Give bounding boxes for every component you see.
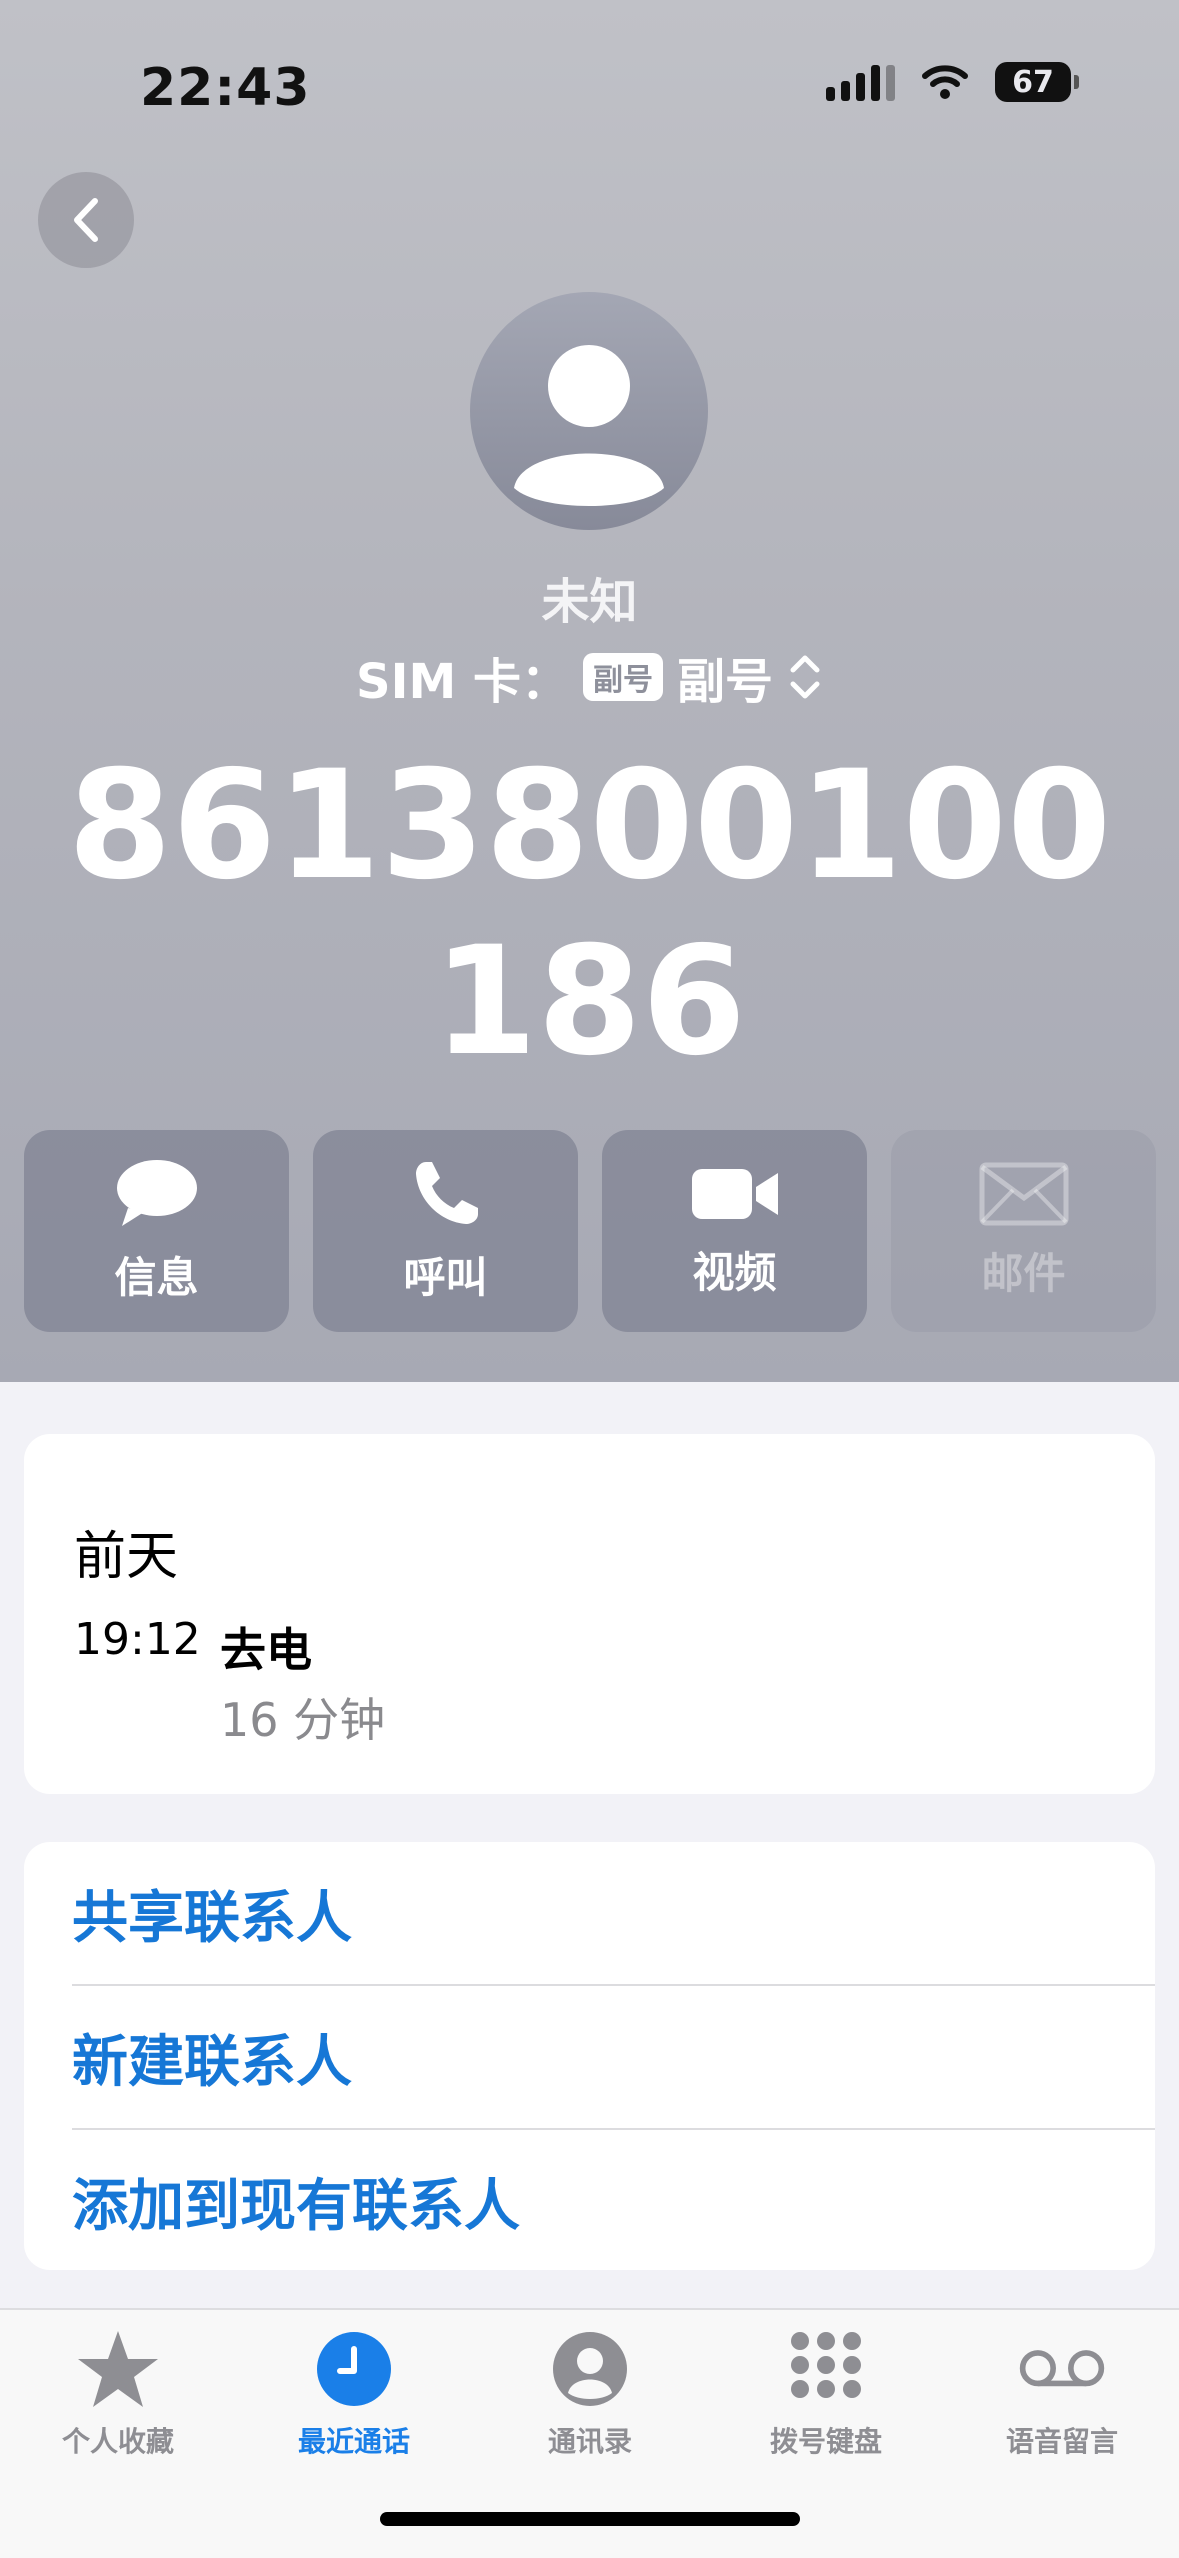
tab-contacts[interactable]: 通讯录 (472, 2324, 708, 2460)
clock-icon (317, 2332, 391, 2406)
contact-name: 未知 (541, 574, 638, 630)
tab-recents-label: 最近通话 (297, 2425, 410, 2458)
tab-favorites-label: 个人收藏 (61, 2425, 174, 2458)
back-button[interactable] (38, 172, 134, 268)
tab-keypad-label: 拨号键盘 (769, 2425, 882, 2458)
wifi-icon (922, 65, 968, 99)
sim-label: SIM 卡： (356, 654, 569, 710)
mail-icon (979, 1162, 1068, 1225)
contact-header: 22:43 67 未知 SIM 卡： 副号 副号 8613800100186 信… (0, 0, 1179, 1382)
message-label: 信息 (114, 1252, 199, 1302)
create-contact-option[interactable]: 新建联系人 (72, 1986, 1155, 2128)
person-icon (553, 2332, 627, 2406)
video-icon (691, 1168, 778, 1219)
person-silhouette-icon (514, 345, 664, 506)
tab-favorites[interactable]: 个人收藏 (0, 2324, 236, 2460)
keypad-icon (791, 2332, 861, 2398)
call-history-card: 前天 19:12 去电 16 分钟 (24, 1434, 1155, 1794)
history-day: 前天 (74, 1527, 179, 1587)
mail-button[interactable]: 邮件 (891, 1130, 1156, 1332)
video-button[interactable]: 视频 (602, 1130, 867, 1332)
action-buttons: 信息 呼叫 视频 邮件 (24, 1130, 1156, 1332)
status-icons: 67 (826, 62, 1079, 102)
call-label: 呼叫 (403, 1252, 488, 1302)
chevron-up-down-icon (790, 655, 820, 699)
add-to-existing-contact-option[interactable]: 添加到现有联系人 (72, 2130, 1155, 2272)
voicemail-icon (1019, 2350, 1105, 2387)
call-button[interactable]: 呼叫 (313, 1130, 578, 1332)
contact-options-card: 共享联系人 新建联系人 添加到现有联系人 (24, 1842, 1155, 2270)
battery-icon: 67 (995, 62, 1079, 102)
history-duration: 16 分钟 (220, 1693, 386, 1747)
message-button[interactable]: 信息 (24, 1130, 289, 1332)
tab-voicemail[interactable]: 语音留言 (944, 2324, 1179, 2460)
home-indicator[interactable] (380, 2512, 800, 2526)
sim-value: 副号 (676, 654, 773, 710)
tab-contacts-label: 通讯录 (547, 2425, 632, 2458)
tab-voicemail-label: 语音留言 (1005, 2425, 1118, 2458)
share-contact-option[interactable]: 共享联系人 (72, 1842, 1155, 1984)
star-icon (78, 2331, 158, 2407)
message-icon (116, 1159, 197, 1226)
tab-recents[interactable]: 最近通话 (236, 2324, 472, 2460)
video-label: 视频 (692, 1247, 777, 1297)
sim-selector[interactable]: SIM 卡： 副号 副号 (0, 642, 1179, 712)
status-time: 22:43 (140, 58, 311, 118)
cellular-signal-icon (826, 63, 895, 101)
sim-badge: 副号 (582, 653, 663, 701)
chevron-left-icon (74, 198, 98, 242)
phone-icon (415, 1161, 478, 1224)
mail-label: 邮件 (981, 1248, 1066, 1298)
tab-keypad[interactable]: 拨号键盘 (708, 2324, 944, 2460)
phone-number: 8613800100186 (67, 739, 1112, 1089)
contact-avatar (470, 292, 708, 530)
history-call-type: 去电 (220, 1623, 312, 1677)
history-time: 19:12 (74, 1614, 201, 1665)
